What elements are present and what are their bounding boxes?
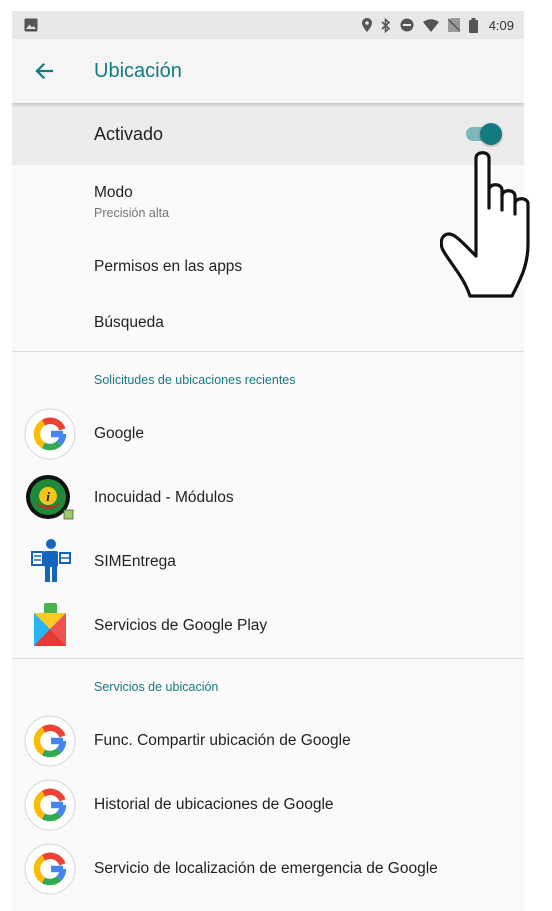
bluetooth-icon [381,17,391,33]
inocuidad-icon: i [26,475,74,520]
google-icon [24,715,76,767]
recent-app-inocuidad[interactable]: i Inocuidad - Módulos [12,466,524,530]
google-icon [24,779,76,831]
wifi-icon [422,18,439,32]
service-label: Servicio de localización de emergencia d… [94,860,438,877]
no-sim-icon [447,18,460,32]
service-google-location-history[interactable]: Historial de ubicaciones de Google [12,773,524,837]
phone-screen: 4:09 Ubicación Activado Modo Precisión a… [12,11,524,911]
recent-app-simentrega[interactable]: SIMEntrega [12,530,524,594]
recent-app-label: Inocuidad - Módulos [94,489,234,506]
simentrega-icon [31,539,71,582]
recent-app-label: SIMEntrega [94,553,176,570]
service-label: Func. Compartir ubicación de Google [94,732,351,749]
recent-app-label: Servicios de Google Play [94,617,268,634]
service-label: Historial de ubicaciones de Google [94,796,334,813]
status-icons: 4:09 [361,17,514,33]
page-title: Ubicación [94,59,182,82]
service-google-location-sharing[interactable]: Func. Compartir ubicación de Google [12,709,524,773]
app-toolbar: Ubicación [12,39,524,103]
recent-app-label: Google [94,425,144,442]
back-button[interactable] [12,39,76,103]
master-switch-label: Activado [94,123,164,144]
pointing-hand-icon [440,151,530,298]
recent-app-google-play-services[interactable]: Servicios de Google Play [12,594,524,658]
service-google-emergency-location[interactable]: Servicio de localización de emergencia d… [12,837,524,901]
location-pin-icon [361,18,372,32]
location-services-header: Servicios de ubicación [94,680,219,694]
battery-icon [468,17,478,33]
recent-requests-header: Solicitudes de ubicaciones recientes [94,373,296,387]
gallery-notification-icon [24,18,38,32]
switch-thumb [480,123,502,145]
arrow-back-icon [35,62,54,80]
pref-scanning[interactable]: Búsqueda [12,295,524,351]
status-bar: 4:09 [12,11,524,39]
google-play-services-icon [34,603,66,646]
status-time: 4:09 [488,17,514,33]
google-icon [24,843,76,895]
google-icon [24,408,76,460]
do-not-disturb-icon [400,18,414,32]
recent-app-google[interactable]: Google [12,402,524,466]
pref-scanning-title: Búsqueda [94,314,164,331]
svg-text:i: i [46,489,50,504]
location-toggle-switch[interactable] [464,122,502,146]
